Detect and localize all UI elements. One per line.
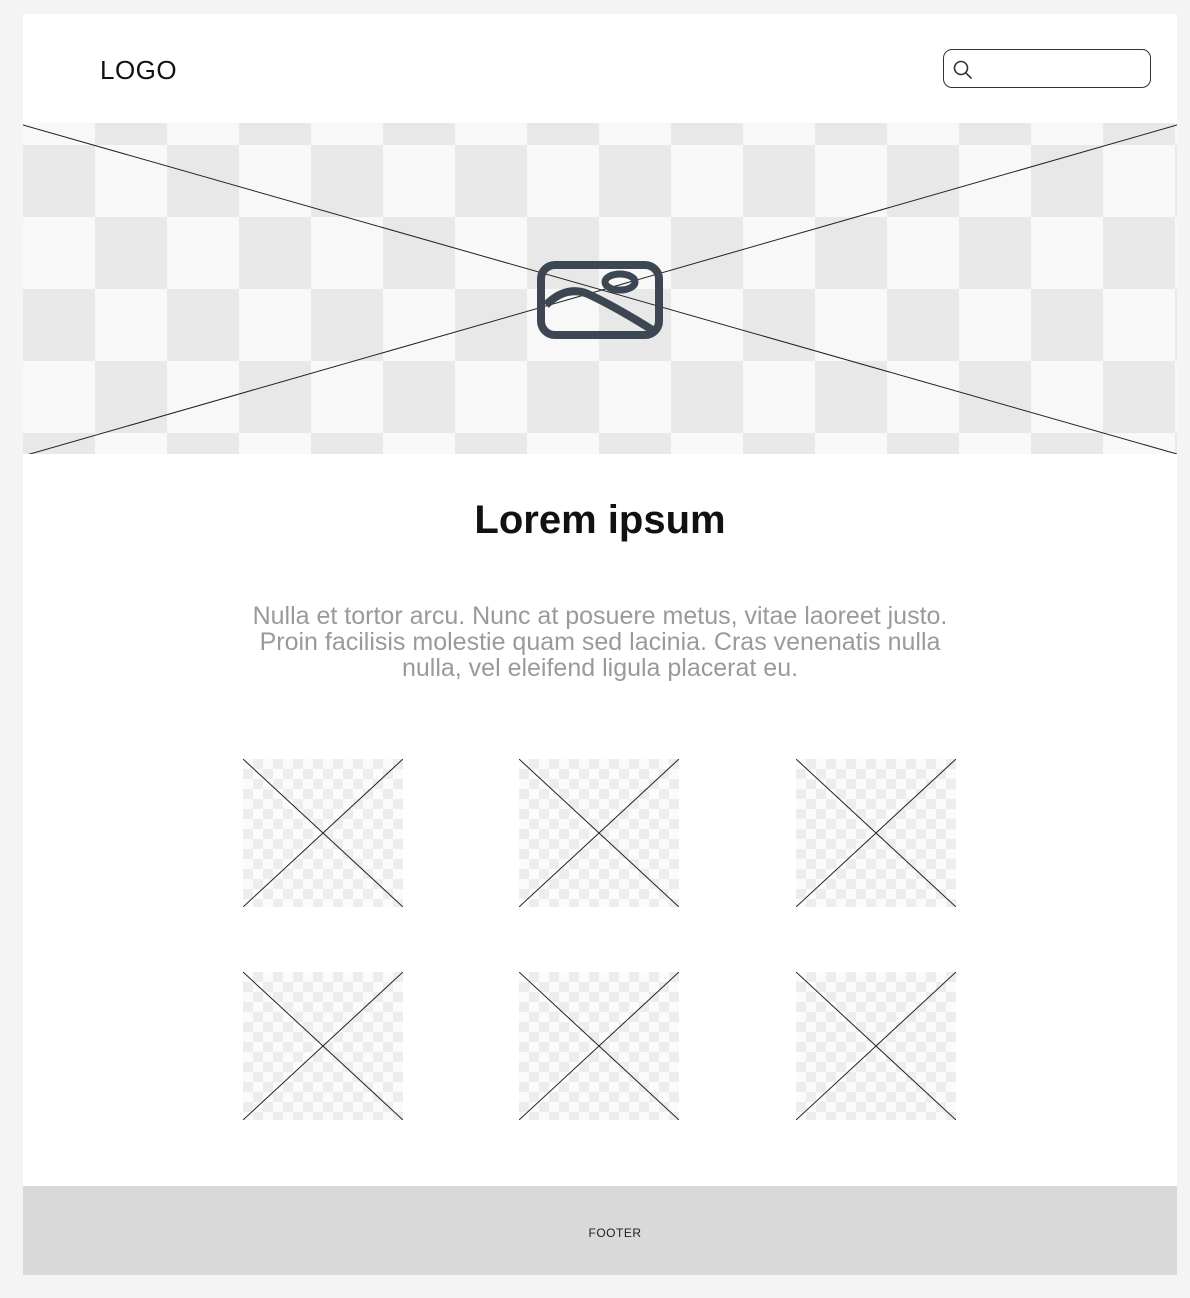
gallery-image-3[interactable] [796,759,956,907]
footer: FOOTER [23,1186,1177,1275]
logo[interactable]: LOGO [100,55,177,86]
header: LOGO [23,14,1177,123]
gallery-image-4[interactable] [243,972,403,1120]
gallery-image-2[interactable] [519,759,679,907]
image-placeholder-cross [519,759,679,907]
page-container: LOGO Lorem ipsum Nulla et tortor arcu. N… [23,14,1177,1275]
gallery-image-6[interactable] [796,972,956,1120]
image-placeholder-cross [243,759,403,907]
gallery-image-1[interactable] [243,759,403,907]
hero-image-placeholder [23,123,1177,454]
page-description: Nulla et tortor arcu. Nunc at posuere me… [252,602,948,682]
search-box[interactable] [943,49,1151,88]
image-icon [537,261,663,339]
image-placeholder-cross [519,972,679,1120]
image-placeholder-cross [243,972,403,1120]
page-title: Lorem ipsum [474,498,726,542]
search-input[interactable] [982,54,1142,82]
footer-label: FOOTER [588,1226,642,1240]
image-placeholder-cross [796,972,956,1120]
gallery-image-5[interactable] [519,972,679,1120]
search-icon [953,60,972,79]
image-placeholder-cross [796,759,956,907]
